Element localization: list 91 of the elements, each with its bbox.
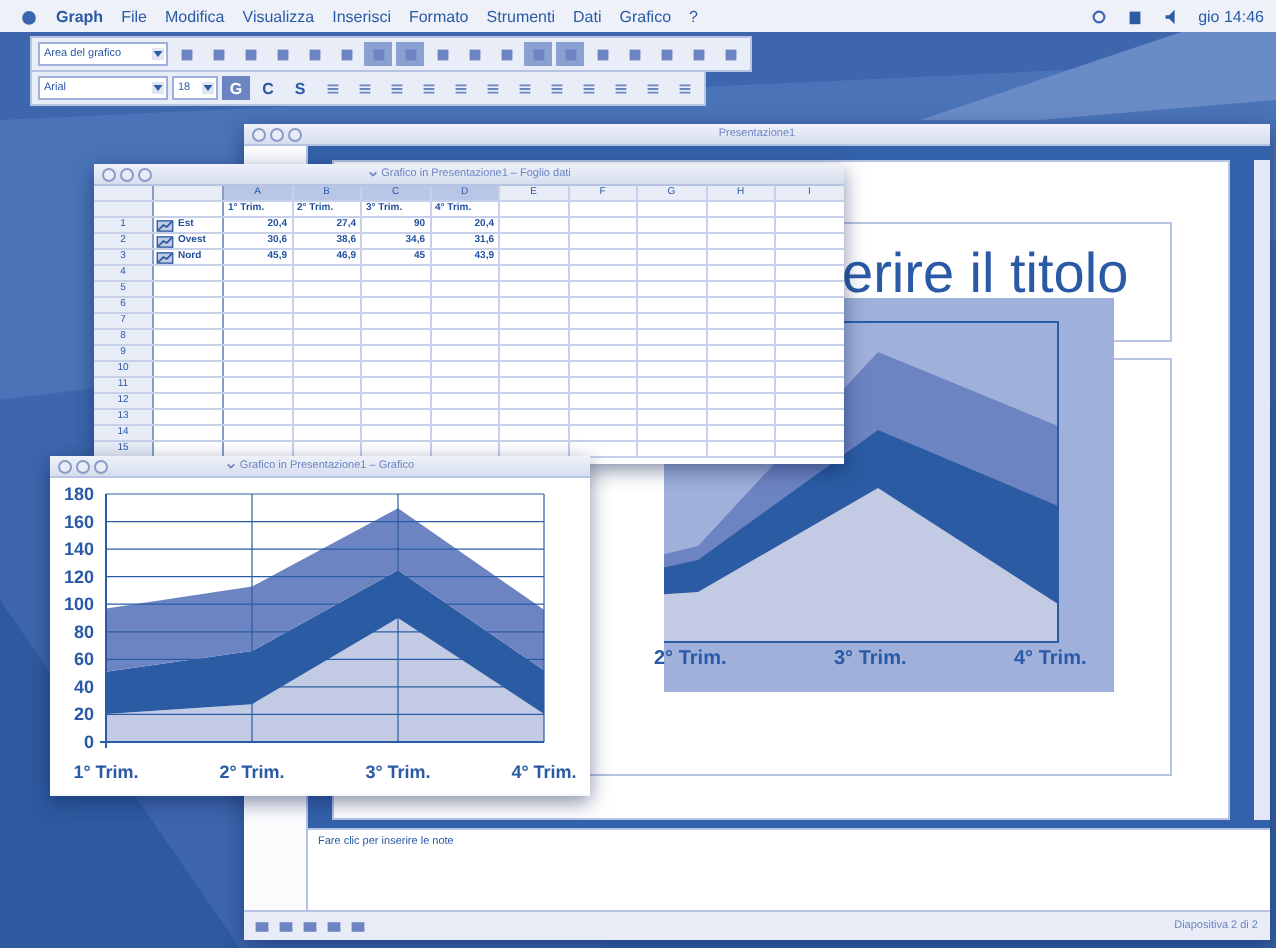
square-icon xyxy=(349,919,365,933)
chevron-icon xyxy=(225,462,236,470)
lines-icon xyxy=(387,79,405,97)
tick-label: 140 xyxy=(63,539,94,560)
axis-label: 4° Trim. xyxy=(511,762,577,782)
lines-icon xyxy=(611,79,629,97)
logo-icon[interactable] xyxy=(20,7,38,25)
square-icon xyxy=(625,45,643,63)
lines-icon xyxy=(515,79,533,97)
axis-label: 2° Trim. xyxy=(654,648,727,670)
lines-icon xyxy=(579,79,597,97)
lines-icon xyxy=(451,79,469,97)
style-button[interactable]: G xyxy=(222,76,250,100)
minimize-button[interactable] xyxy=(120,167,134,181)
square-icon xyxy=(241,45,259,63)
zoom-button[interactable] xyxy=(94,459,108,473)
square-icon xyxy=(369,45,387,63)
slide-title: erire il titolo xyxy=(842,242,1129,306)
view-button[interactable] xyxy=(322,916,344,936)
lines-icon xyxy=(323,79,341,97)
style-button[interactable]: C xyxy=(254,76,282,100)
tick-label: 40 xyxy=(73,676,94,697)
row-header[interactable] xyxy=(94,202,154,216)
tick-label: 100 xyxy=(63,594,94,615)
axis-label: 1° Trim. xyxy=(73,762,139,782)
axis-label: 2° Trim. xyxy=(219,762,285,782)
menu-item[interactable]: Graph xyxy=(56,7,104,25)
axis-label: 4° Trim. xyxy=(1014,648,1087,670)
zoom-button[interactable] xyxy=(288,127,302,141)
square-icon xyxy=(209,45,227,63)
square-icon xyxy=(721,45,739,63)
tick-label: 180 xyxy=(63,484,94,504)
close-button[interactable] xyxy=(58,459,72,473)
lines-icon xyxy=(643,79,661,97)
menu-item[interactable]: File xyxy=(121,7,147,25)
menu-item[interactable]: ? xyxy=(689,7,698,25)
square-icon xyxy=(337,45,355,63)
menu-item[interactable]: Strumenti xyxy=(486,7,555,25)
square-icon xyxy=(529,45,547,63)
square-icon xyxy=(325,919,341,933)
axis-label: 3° Trim. xyxy=(365,762,431,782)
menu-item[interactable]: Visualizza xyxy=(242,7,315,25)
corner-cell[interactable] xyxy=(94,186,154,200)
close-button[interactable] xyxy=(102,167,116,181)
square-icon xyxy=(465,45,483,63)
view-button[interactable] xyxy=(346,916,368,936)
axis-label: 3° Trim. xyxy=(834,648,907,670)
style-button[interactable]: S xyxy=(286,76,314,100)
tick-label: 160 xyxy=(63,511,94,532)
view-button[interactable] xyxy=(274,916,296,936)
square-icon xyxy=(689,45,707,63)
square-icon xyxy=(657,45,675,63)
close-button[interactable] xyxy=(252,127,266,141)
menu-item[interactable]: Dati xyxy=(573,7,602,25)
tick-label: 120 xyxy=(63,566,94,587)
lines-icon xyxy=(547,79,565,97)
tick-label: 80 xyxy=(73,621,94,642)
square-icon xyxy=(273,45,291,63)
caret-icon xyxy=(152,48,164,60)
tick-label: 60 xyxy=(73,649,94,670)
lines-icon xyxy=(675,79,693,97)
square-icon xyxy=(561,45,579,63)
view-button[interactable] xyxy=(250,916,272,936)
menu-item[interactable]: Modifica xyxy=(164,7,225,25)
square-icon xyxy=(305,45,323,63)
square-icon xyxy=(253,919,269,933)
square-icon xyxy=(593,45,611,63)
clock[interactable]: gio 14:46 xyxy=(1198,7,1264,25)
square-icon xyxy=(497,45,515,63)
tick-label: 0 xyxy=(83,732,94,752)
volume-icon[interactable] xyxy=(1162,7,1181,25)
square-icon xyxy=(401,45,419,63)
minimize-button[interactable] xyxy=(76,459,90,473)
tick-label: 20 xyxy=(73,704,94,725)
menu-item[interactable]: Grafico xyxy=(619,7,672,25)
lines-icon xyxy=(483,79,501,97)
view-button[interactable] xyxy=(298,916,320,936)
lines-icon xyxy=(355,79,373,97)
lines-icon xyxy=(419,79,437,97)
square-icon xyxy=(177,45,195,63)
caret-icon xyxy=(202,82,214,94)
square-icon xyxy=(277,919,293,933)
chevron-icon xyxy=(367,170,378,178)
square-icon xyxy=(433,45,451,63)
square-icon xyxy=(301,919,317,933)
scrollbar[interactable] xyxy=(1254,160,1270,820)
minimize-button[interactable] xyxy=(270,127,284,141)
menu-item[interactable]: Formato xyxy=(408,7,469,25)
caret-icon xyxy=(152,82,164,94)
menu-item[interactable]: Inserisci xyxy=(332,7,391,25)
zoom-button[interactable] xyxy=(138,167,152,181)
